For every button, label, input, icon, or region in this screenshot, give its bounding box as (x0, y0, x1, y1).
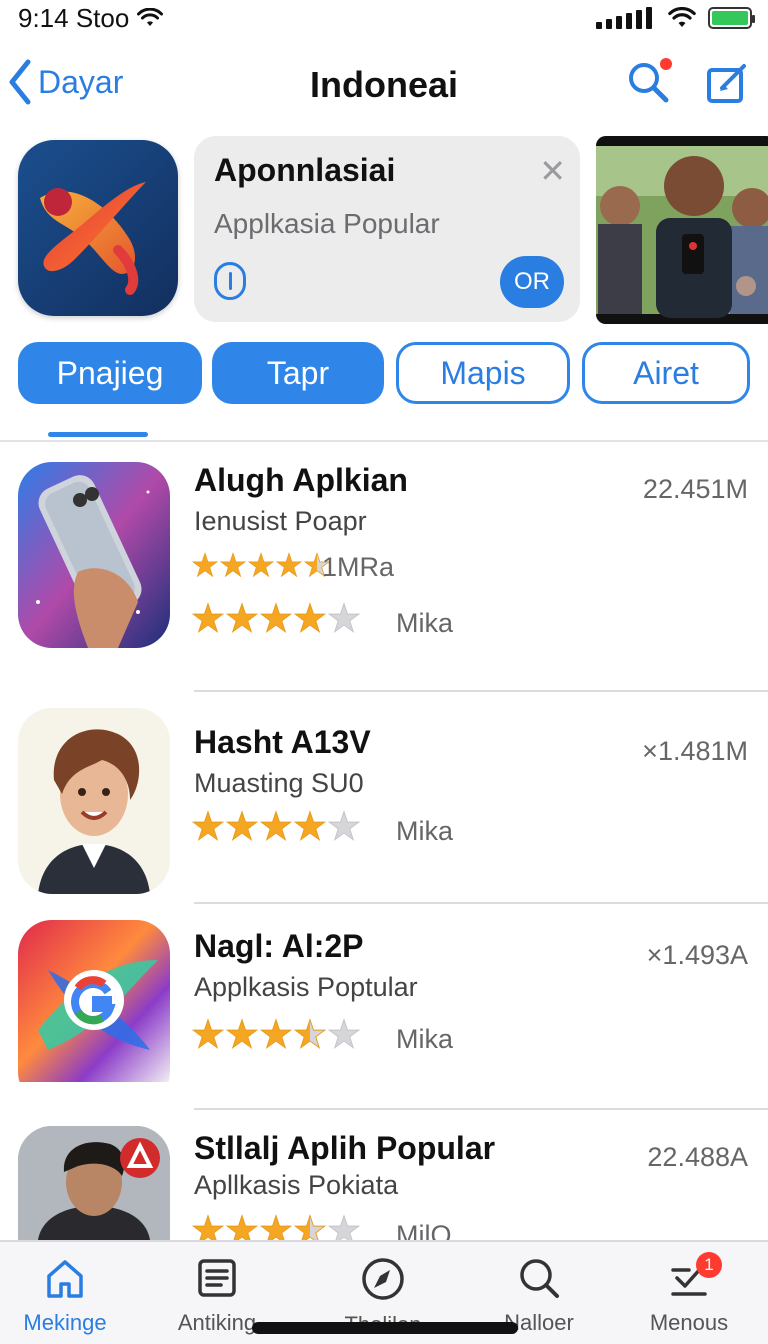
get-button[interactable]: OR (500, 256, 564, 308)
star-icon (248, 552, 274, 578)
app-name: Stllalj Aplih Popular (194, 1130, 496, 1166)
filter-chip-3[interactable]: Mapis (396, 342, 570, 404)
rating-label: Mika (396, 1024, 454, 1054)
star-icon (276, 552, 302, 578)
star-icon (192, 810, 224, 842)
featured-app-icon[interactable] (18, 140, 178, 316)
filter-chips: Pnajieg Tapr Mapis Airet (0, 342, 768, 404)
list-icon (198, 1259, 236, 1297)
app-logo-icon (40, 182, 146, 295)
app-subtitle: Applkasis Poptular (194, 972, 418, 1002)
row-divider (194, 1108, 768, 1110)
app-subtitle: Ienusist Poapr (194, 506, 367, 536)
app-name: Alugh Aplkian (194, 462, 408, 498)
star-icon (226, 1018, 258, 1050)
featured-card-subtitle: Applkasia Popular (214, 208, 440, 239)
notification-dot (660, 58, 672, 70)
featured-card[interactable]: Aponnlasiai ✕ Applkasia Popular OR (194, 136, 580, 322)
featured-video-thumbnail[interactable] (596, 136, 768, 324)
app-size: 22.451M (642, 474, 748, 504)
star-icon (294, 602, 326, 634)
compose-icon (707, 64, 746, 103)
tab-home[interactable]: Mekinge (0, 1256, 140, 1336)
toggle-icon[interactable] (214, 262, 246, 300)
filter-chip-4[interactable]: Airet (582, 342, 750, 404)
star-icon (328, 602, 360, 634)
navigation-bar: Dayar Indoneai (0, 50, 768, 126)
star-icon (260, 1018, 292, 1050)
star-icon (328, 810, 360, 842)
status-bar: 9:14 Stoo (0, 0, 768, 36)
star-rating (192, 810, 360, 842)
cellular-signal-icon (596, 7, 652, 29)
video-thumbnail-image (596, 136, 768, 324)
app-subtitle: Apllkasis Pokiata (194, 1170, 399, 1200)
app-icon (18, 462, 170, 648)
star-icon (226, 602, 258, 634)
section-divider (0, 440, 768, 442)
star-icon (260, 810, 292, 842)
star-rating (192, 552, 330, 578)
app-size: ×1.481M (642, 736, 748, 766)
app-icon (18, 1126, 170, 1240)
featured-card-title: Aponnlasiai (214, 152, 396, 188)
star-icon (192, 1018, 224, 1050)
close-icon[interactable]: ✕ (539, 152, 566, 190)
star-rating (192, 602, 360, 634)
compose-button[interactable] (706, 60, 750, 109)
notification-badge: 1 (696, 1252, 722, 1278)
star-icon (192, 552, 218, 578)
rating-label: Mika (396, 816, 454, 846)
search-button[interactable] (626, 58, 672, 109)
star-icon (328, 1018, 360, 1050)
app-icon (18, 920, 170, 1106)
app-name: Hasht A13V (194, 724, 371, 760)
tab-label: Antiking (177, 1310, 257, 1335)
home-indicator[interactable] (252, 1322, 518, 1334)
status-time: 9:14 Stoo (18, 2, 130, 33)
home-icon (47, 1260, 83, 1298)
star-rating (192, 1018, 360, 1050)
star-icon (294, 1018, 326, 1050)
row-divider (194, 690, 768, 692)
compass-icon (362, 1258, 404, 1300)
tab-label: Menous (649, 1310, 729, 1335)
app-name: Nagl: Al:2P (194, 928, 364, 964)
tab-updates[interactable]: 1 Menous (614, 1252, 764, 1336)
row-divider (194, 902, 768, 904)
star-icon (260, 602, 292, 634)
active-tab-indicator (48, 432, 148, 437)
wifi-icon (668, 7, 696, 27)
star-icon (220, 552, 246, 578)
star-icon (294, 810, 326, 842)
app-subtitle: Muasting SU0 (194, 768, 364, 798)
wifi-icon (137, 8, 164, 26)
star-icon (226, 810, 258, 842)
app-size: ×1.493A (646, 940, 748, 970)
star-icon (192, 602, 224, 634)
rating-label: Mika (396, 608, 454, 638)
app-size: 22.488A (647, 1142, 748, 1172)
battery-icon (708, 7, 755, 29)
filter-chip-2[interactable]: Tapr (212, 342, 384, 404)
featured-section: Aponnlasiai ✕ Applkasia Popular OR (0, 136, 768, 326)
app-icon (18, 708, 170, 894)
search-icon (520, 1259, 559, 1298)
rating-label: 1MRa (322, 552, 395, 582)
filter-chip-1[interactable]: Pnajieg (18, 342, 202, 404)
tab-label: Mekinge (23, 1310, 107, 1335)
